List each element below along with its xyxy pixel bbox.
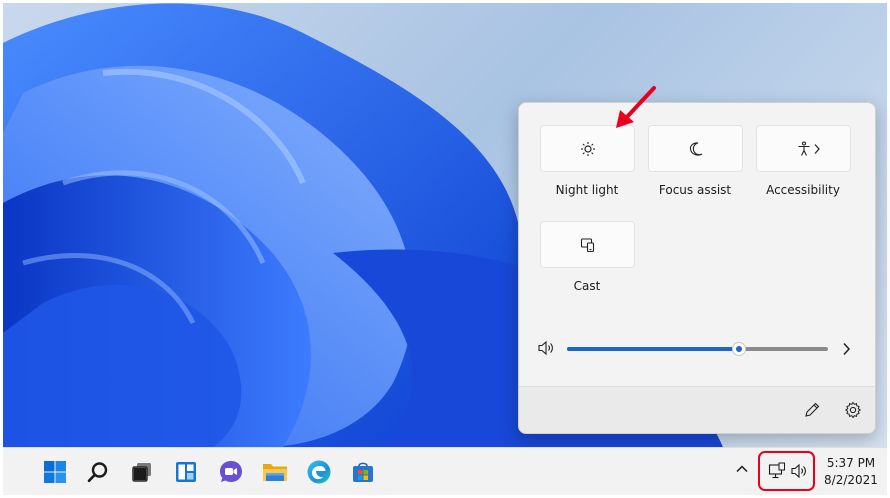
search-button[interactable] bbox=[84, 458, 112, 486]
volume-slider-thumb[interactable] bbox=[732, 342, 747, 356]
speaker-icon[interactable] bbox=[537, 340, 555, 356]
chevron-up-icon[interactable] bbox=[735, 462, 749, 476]
task-view-button[interactable] bbox=[128, 458, 156, 486]
volume-slider-fill bbox=[567, 347, 740, 351]
store-button[interactable] bbox=[349, 458, 377, 486]
pencil-icon[interactable] bbox=[803, 401, 821, 419]
clock-time: 5:37 PM bbox=[826, 456, 876, 470]
start-button[interactable] bbox=[41, 458, 69, 486]
search-icon bbox=[87, 462, 108, 483]
quick-settings-panel: Night light Focus assist Accessibility C… bbox=[518, 102, 876, 434]
edge-button[interactable] bbox=[305, 458, 333, 486]
chat-button[interactable] bbox=[217, 458, 245, 486]
folder-icon bbox=[263, 464, 287, 481]
night-light-label: Night light bbox=[555, 183, 619, 197]
annotation-arrow bbox=[616, 86, 656, 128]
quick-settings-footer bbox=[519, 386, 875, 433]
focus-assist-label: Focus assist bbox=[658, 183, 732, 197]
cast-label: Cast bbox=[573, 279, 601, 293]
accessibility-icon bbox=[798, 140, 809, 156]
volume-row bbox=[519, 337, 875, 361]
chevron-right-icon bbox=[814, 144, 820, 154]
teams-chat-icon bbox=[220, 461, 242, 482]
tray-network-volume-button[interactable] bbox=[758, 451, 815, 491]
widgets-icon bbox=[176, 462, 196, 482]
volume-slider[interactable] bbox=[567, 342, 828, 356]
gear-icon[interactable] bbox=[844, 401, 862, 419]
taskbar: 5:37 PM 8/2/2021 bbox=[3, 447, 887, 495]
file-explorer-button[interactable] bbox=[261, 458, 289, 486]
task-view-icon bbox=[132, 463, 151, 482]
moon-icon bbox=[689, 141, 702, 156]
chevron-right-icon[interactable] bbox=[841, 341, 851, 357]
clock-button[interactable]: 5:37 PM 8/2/2021 bbox=[819, 455, 883, 489]
network-icon bbox=[768, 462, 785, 479]
cast-toggle[interactable] bbox=[540, 221, 635, 268]
cast-icon bbox=[580, 237, 594, 252]
brightness-icon bbox=[580, 141, 595, 156]
edge-icon bbox=[307, 460, 331, 484]
accessibility-toggle[interactable] bbox=[756, 125, 851, 172]
widgets-button[interactable] bbox=[172, 458, 200, 486]
focus-assist-toggle[interactable] bbox=[648, 125, 743, 172]
speaker-icon bbox=[791, 463, 806, 479]
windows-logo-icon bbox=[44, 461, 66, 483]
accessibility-label: Accessibility bbox=[766, 183, 840, 197]
store-icon bbox=[353, 462, 373, 482]
clock-date: 8/2/2021 bbox=[824, 473, 878, 487]
